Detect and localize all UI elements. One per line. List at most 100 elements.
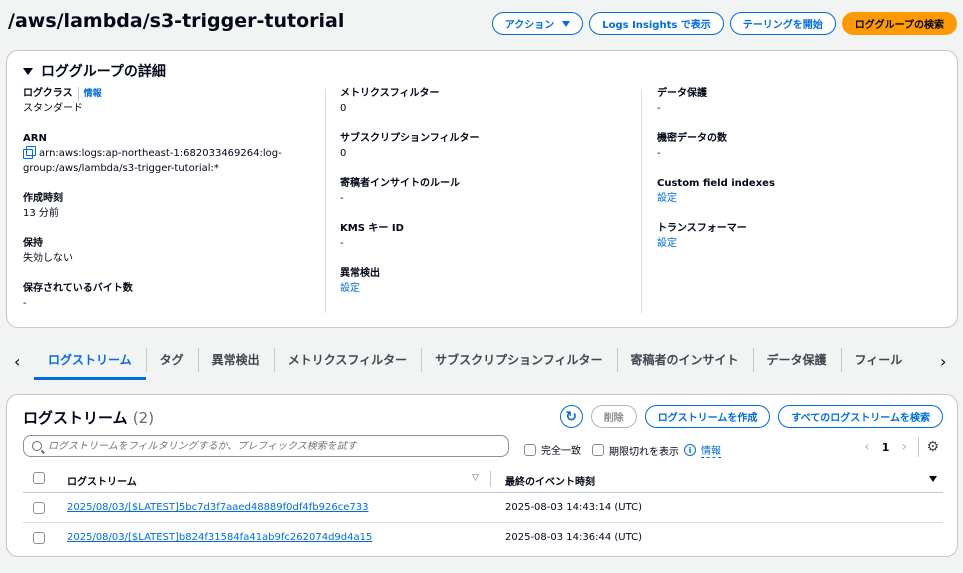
col-header-last-event[interactable]: 最終のイベント時刻 — [505, 473, 595, 488]
tab-contributor-insights[interactable]: 寄稿者のインサイト — [616, 344, 753, 380]
show-expired-label: 期限切れを表示 — [609, 446, 679, 458]
subscription-filters-label: サブスクリプションフィルター — [340, 133, 480, 144]
tab-field-indexes[interactable]: フィール — [840, 344, 917, 380]
page-title: /aws/lambda/s3-trigger-tutorial — [8, 10, 345, 32]
kms-key-value: - — [340, 238, 344, 249]
tab-scroll-right-icon[interactable]: › — [940, 352, 946, 371]
log-stream-link[interactable]: 2025/08/03/[$LATEST]b824f31584fa41ab9fc2… — [67, 532, 372, 543]
stored-bytes-label: 保存されているバイト数 — [23, 283, 133, 294]
last-event-time: 2025-08-03 14:43:14 (UTC) — [505, 502, 643, 513]
data-protection-value: - — [657, 103, 661, 114]
create-log-stream-button[interactable]: ログストリームを作成 — [644, 405, 771, 428]
tab-tags[interactable]: タグ — [145, 344, 198, 380]
tab-metric-filters[interactable]: メトリクスフィルター — [273, 344, 421, 380]
contributor-rules-value: - — [340, 193, 344, 204]
search-all-streams-button[interactable]: すべてのログストリームを検索 — [778, 405, 943, 428]
start-tailing-button[interactable]: テーリングを開始 — [729, 12, 836, 35]
tab-data-protection[interactable]: データ保護 — [752, 344, 841, 380]
tab-anomaly-detection[interactable]: 異常検出 — [197, 344, 274, 380]
search-log-group-button[interactable]: ロググループの検索 — [841, 12, 957, 35]
tab-subscription-filters[interactable]: サブスクリプションフィルター — [421, 344, 616, 380]
created-label: 作成時刻 — [23, 193, 63, 204]
exact-match-checkbox[interactable] — [524, 443, 536, 456]
tab-bar: ‹ ログストリーム タグ 異常検出 メトリクスフィルター サブスクリプションフィ… — [0, 344, 963, 380]
log-class-info-link[interactable]: 情報 — [77, 87, 102, 101]
header-actions: アクション Logs Insights で表示 テーリングを開始 ロググループの… — [491, 12, 957, 35]
row-checkbox[interactable] — [33, 532, 45, 544]
collapse-triangle-icon — [23, 67, 33, 75]
row-checkbox[interactable] — [33, 502, 45, 514]
show-expired-option[interactable]: 期限切れを表示 i 情報 — [592, 442, 721, 458]
table-row: 2025/08/03/[$LATEST]b824f31584fa41ab9fc2… — [23, 524, 943, 553]
log-stream-link[interactable]: 2025/08/03/[$LATEST]5bc7d3f7aaed48889f0d… — [67, 502, 368, 513]
sort-icon[interactable] — [472, 473, 480, 483]
log-group-details-panel: ロググループの詳細 ログクラス 情報 スタンダード ARN arn:aws:log… — [6, 50, 958, 328]
log-streams-panel: ログストリーム (2) ↻ 削除 ログストリームを作成 すべてのログストリームを… — [6, 394, 958, 557]
gear-icon[interactable]: ⚙ — [926, 439, 939, 455]
show-expired-checkbox[interactable] — [592, 444, 604, 456]
filter-search-box[interactable] — [23, 435, 509, 457]
table-header: ログストリーム 最終のイベント時刻 — [23, 465, 943, 493]
metric-filters-value: 0 — [340, 103, 347, 114]
retention-label: 保持 — [23, 238, 43, 249]
column-separator[interactable] — [490, 471, 491, 487]
custom-field-label: Custom field indexes — [657, 178, 775, 189]
transformer-label: トランスフォーマー — [657, 223, 747, 234]
custom-field-configure-link[interactable]: 設定 — [657, 191, 947, 206]
subscription-filters-value: 0 — [340, 148, 347, 159]
details-column-3: データ保護 - 機密データの数 - Custom field indexes 設… — [657, 87, 947, 265]
column-divider — [325, 89, 326, 313]
info-link[interactable]: 情報 — [701, 442, 721, 458]
log-class-label: ログクラス — [23, 88, 73, 99]
tab-scroll-left-icon[interactable]: ‹ — [14, 352, 20, 371]
kms-key-label: KMS キー ID — [340, 223, 404, 234]
select-all-checkbox[interactable] — [33, 472, 45, 484]
prev-page-icon[interactable]: ‹ — [864, 439, 870, 455]
logs-insights-button[interactable]: Logs Insights で表示 — [589, 12, 724, 35]
copy-icon[interactable] — [23, 146, 36, 159]
actions-label: アクション — [504, 20, 555, 31]
tab-log-streams[interactable]: ログストリーム — [34, 344, 146, 380]
exact-match-option[interactable]: 完全一致 — [524, 442, 581, 457]
stored-bytes-value: - — [23, 298, 27, 309]
log-class-value: スタンダード — [23, 103, 83, 114]
details-title: ロググループの詳細 — [41, 64, 166, 80]
sort-descending-icon[interactable] — [929, 476, 937, 482]
log-streams-heading: ログストリーム — [23, 409, 128, 427]
last-event-time: 2025-08-03 14:36:44 (UTC) — [505, 532, 643, 543]
created-value: 13 分前 — [23, 208, 59, 219]
pager-divider — [918, 437, 919, 457]
page-number[interactable]: 1 — [882, 441, 890, 454]
refresh-icon[interactable]: ↻ — [559, 405, 583, 428]
search-icon — [32, 441, 42, 451]
metric-filters-label: メトリクスフィルター — [340, 88, 440, 99]
exact-match-label: 完全一致 — [541, 446, 581, 457]
table-row: 2025/08/03/[$LATEST]5bc7d3f7aaed48889f0d… — [23, 494, 943, 523]
contributor-rules-label: 寄稿者インサイトのルール — [340, 178, 460, 189]
retention-value: 失効しない — [23, 253, 73, 264]
pagination: ‹ 1 › — [864, 439, 907, 455]
filter-input[interactable] — [48, 440, 488, 452]
sensitive-data-label: 機密データの数 — [657, 133, 727, 144]
data-protection-label: データ保護 — [657, 88, 707, 99]
arn-label: ARN — [23, 133, 47, 144]
anomaly-configure-link[interactable]: 設定 — [340, 281, 640, 296]
details-column-2: メトリクスフィルター 0 サブスクリプションフィルター 0 寄稿者インサイトのル… — [340, 87, 640, 310]
transformer-configure-link[interactable]: 設定 — [657, 236, 947, 251]
sensitive-data-value: - — [657, 148, 661, 159]
caret-down-icon — [562, 20, 571, 27]
column-divider — [641, 89, 642, 313]
col-header-log-stream[interactable]: ログストリーム — [67, 473, 137, 488]
log-streams-actions: ↻ 削除 ログストリームを作成 すべてのログストリームを検索 — [559, 405, 943, 428]
delete-button[interactable]: 削除 — [590, 405, 637, 428]
log-streams-title: ログストリーム (2) — [23, 407, 154, 428]
tab-list: ログストリーム タグ 異常検出 メトリクスフィルター サブスクリプションフィルタ… — [34, 344, 932, 380]
arn-value: arn:aws:logs:ap-northeast-1:682033469264… — [23, 148, 282, 174]
next-page-icon[interactable]: › — [901, 439, 907, 455]
log-streams-count: (2) — [132, 409, 155, 427]
actions-dropdown-button[interactable]: アクション — [491, 12, 584, 35]
anomaly-label: 異常検出 — [340, 268, 380, 279]
details-toggle[interactable]: ロググループの詳細 — [23, 61, 166, 81]
info-circle-icon[interactable]: i — [684, 444, 696, 456]
details-column-1: ログクラス 情報 スタンダード ARN arn:aws:logs:ap-north… — [23, 87, 323, 325]
